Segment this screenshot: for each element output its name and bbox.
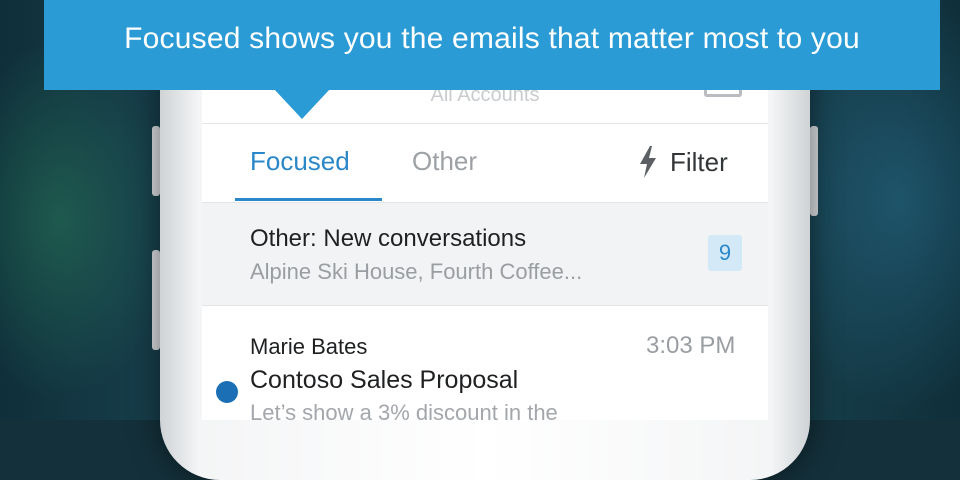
inbox-tabs: Focused Other Filter bbox=[202, 124, 768, 203]
tooltip-pointer bbox=[274, 89, 330, 119]
tab-other[interactable]: Other bbox=[412, 146, 477, 177]
other-summary-title: Other: New conversations bbox=[250, 225, 527, 252]
lightning-bolt-icon bbox=[640, 146, 656, 178]
filter-label: Filter bbox=[670, 146, 728, 177]
other-conversations-row[interactable]: Other: New conversations Alpine Ski Hous… bbox=[202, 203, 768, 306]
unread-count-badge: 9 bbox=[708, 235, 742, 271]
unread-indicator-dot bbox=[216, 381, 238, 403]
phone-volume-up-button bbox=[152, 126, 160, 196]
message-snippet: Let’s show a 3% discount in the bbox=[250, 400, 558, 420]
message-time: 3:03 PM bbox=[646, 332, 736, 359]
tooltip-text: Focused shows you the emails that matter… bbox=[124, 22, 860, 55]
phone-power-button bbox=[810, 126, 818, 216]
message-list-item[interactable]: Marie Bates 3:03 PM Contoso Sales Propos… bbox=[202, 306, 768, 420]
phone-volume-down-button bbox=[152, 250, 160, 350]
message-subject: Contoso Sales Proposal bbox=[250, 366, 519, 394]
tab-focused[interactable]: Focused bbox=[250, 146, 350, 177]
active-tab-indicator bbox=[235, 198, 382, 201]
other-summary-preview: Alpine Ski House, Fourth Coffee... bbox=[250, 259, 583, 284]
message-sender: Marie Bates bbox=[250, 334, 368, 359]
tooltip-callout: Focused shows you the emails that matter… bbox=[44, 0, 940, 90]
filter-button[interactable]: Filter bbox=[638, 144, 728, 180]
